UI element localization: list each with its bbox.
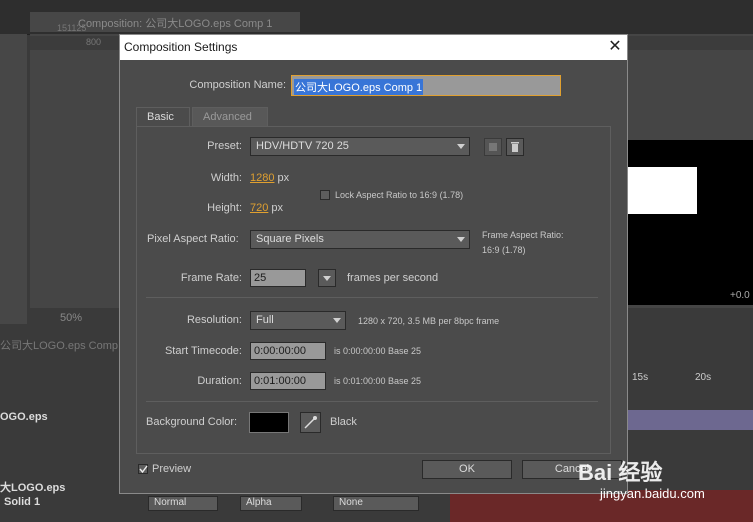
width-field[interactable]: 1280 px [250, 172, 289, 184]
ruler-mark: 800 [86, 37, 102, 47]
dialog-titlebar: Composition Settings ✕ [120, 35, 627, 60]
divider [146, 297, 598, 298]
eyedropper-icon[interactable] [300, 412, 321, 433]
frame-aspect-value: 16:9 (1.78) [482, 245, 526, 255]
resolution-value: Full [256, 314, 274, 326]
comp-canvas [627, 140, 753, 305]
preview-checkbox[interactable] [138, 464, 148, 474]
time-15s: 15s [632, 372, 649, 383]
lock-aspect-label: Lock Aspect Ratio to 16:9 (1.78) [335, 190, 464, 200]
start-timecode-label: Start Timecode: [164, 345, 242, 357]
frame-rate-dropdown[interactable] [318, 269, 336, 287]
time-20s: 20s [695, 372, 712, 383]
close-icon[interactable]: ✕ [604, 36, 626, 58]
baidu-watermark: Bai 经验 [578, 460, 663, 485]
left-panel [0, 34, 27, 324]
chevron-down-icon [323, 276, 331, 281]
width-value[interactable]: 1280 [250, 172, 274, 184]
background-color-label: Background Color: [146, 416, 238, 428]
start-timecode-info: is 0:00:00:00 Base 25 [334, 346, 422, 356]
resolution-info: 1280 x 720, 3.5 MB per 8bpc frame [358, 316, 500, 326]
blend-mode-select[interactable]: Normal [148, 496, 218, 511]
resolution-label: Resolution: [186, 314, 242, 326]
zoom-readout[interactable]: 50% [60, 312, 82, 324]
duration-info: is 0:01:00:00 Base 25 [334, 376, 422, 386]
resolution-select[interactable]: Full [250, 311, 346, 330]
layer-name[interactable]: Solid 1 [4, 496, 40, 508]
frame-rate-input[interactable]: 25 [250, 269, 306, 287]
frame-aspect-label: Frame Aspect Ratio: [482, 230, 564, 240]
preview-label: Preview [152, 463, 192, 475]
layer-name[interactable]: 大LOGO.eps [0, 479, 65, 495]
background-color-swatch[interactable] [249, 412, 289, 433]
divider [146, 401, 598, 402]
background-color-name: Black [330, 416, 357, 428]
frame-rate-unit: frames per second [347, 272, 439, 284]
height-unit: px [271, 202, 284, 214]
save-preset-icon[interactable] [484, 138, 502, 156]
duration-label: Duration: [197, 375, 242, 387]
composition-name-label: Composition Name: [189, 79, 286, 91]
pixel-aspect-select[interactable]: Square Pixels [250, 230, 470, 249]
frame-rate-label: Frame Rate: [180, 272, 242, 284]
ok-button[interactable]: OK [422, 460, 512, 479]
height-field[interactable]: 720 px [250, 202, 283, 214]
layer-bar [627, 410, 753, 430]
watermark-url: jingyan.baidu.com [600, 486, 705, 501]
white-solid-preview [627, 167, 697, 214]
dialog-title: Composition Settings [124, 40, 238, 54]
lock-aspect-checkbox[interactable] [320, 190, 330, 200]
width-unit: px [277, 172, 290, 184]
preset-select[interactable]: HDV/HDTV 720 25 [250, 137, 470, 156]
height-value[interactable]: 720 [250, 202, 268, 214]
parent-select[interactable]: None [333, 496, 419, 511]
tab-advanced[interactable]: Advanced [192, 107, 268, 127]
composition-settings-dialog: Composition Settings ✕ Composition Name:… [119, 34, 628, 494]
preset-label: Preset: [207, 140, 242, 152]
duration-input[interactable]: 0:01:00:00 [250, 372, 326, 390]
track-matte-select[interactable]: Alpha [240, 496, 302, 511]
chevron-down-icon [457, 144, 465, 149]
layer-name[interactable]: OGO.eps [0, 411, 48, 423]
composition-name-input[interactable]: 公司大LOGO.eps Comp 1 [291, 75, 561, 96]
pixel-aspect-value: Square Pixels [256, 233, 324, 245]
width-label: Width: [210, 172, 242, 184]
offset-readout: +0.0 [730, 290, 750, 301]
preset-value: HDV/HDTV 720 25 [256, 140, 349, 152]
pixel-aspect-label: Pixel Aspect Ratio: [147, 233, 239, 245]
chevron-down-icon [457, 237, 465, 242]
height-label: Height: [207, 202, 242, 214]
delete-preset-icon[interactable] [506, 138, 524, 156]
composition-name-selection: 公司大LOGO.eps Comp 1 [294, 79, 424, 95]
start-timecode-input[interactable]: 0:00:00:00 [250, 342, 326, 360]
chevron-down-icon [333, 318, 341, 323]
timeline-tab[interactable]: 公司大LOGO.eps Comp [0, 337, 118, 353]
tab-basic[interactable]: Basic [136, 107, 190, 127]
timecode-readout: 151125 [57, 23, 87, 33]
